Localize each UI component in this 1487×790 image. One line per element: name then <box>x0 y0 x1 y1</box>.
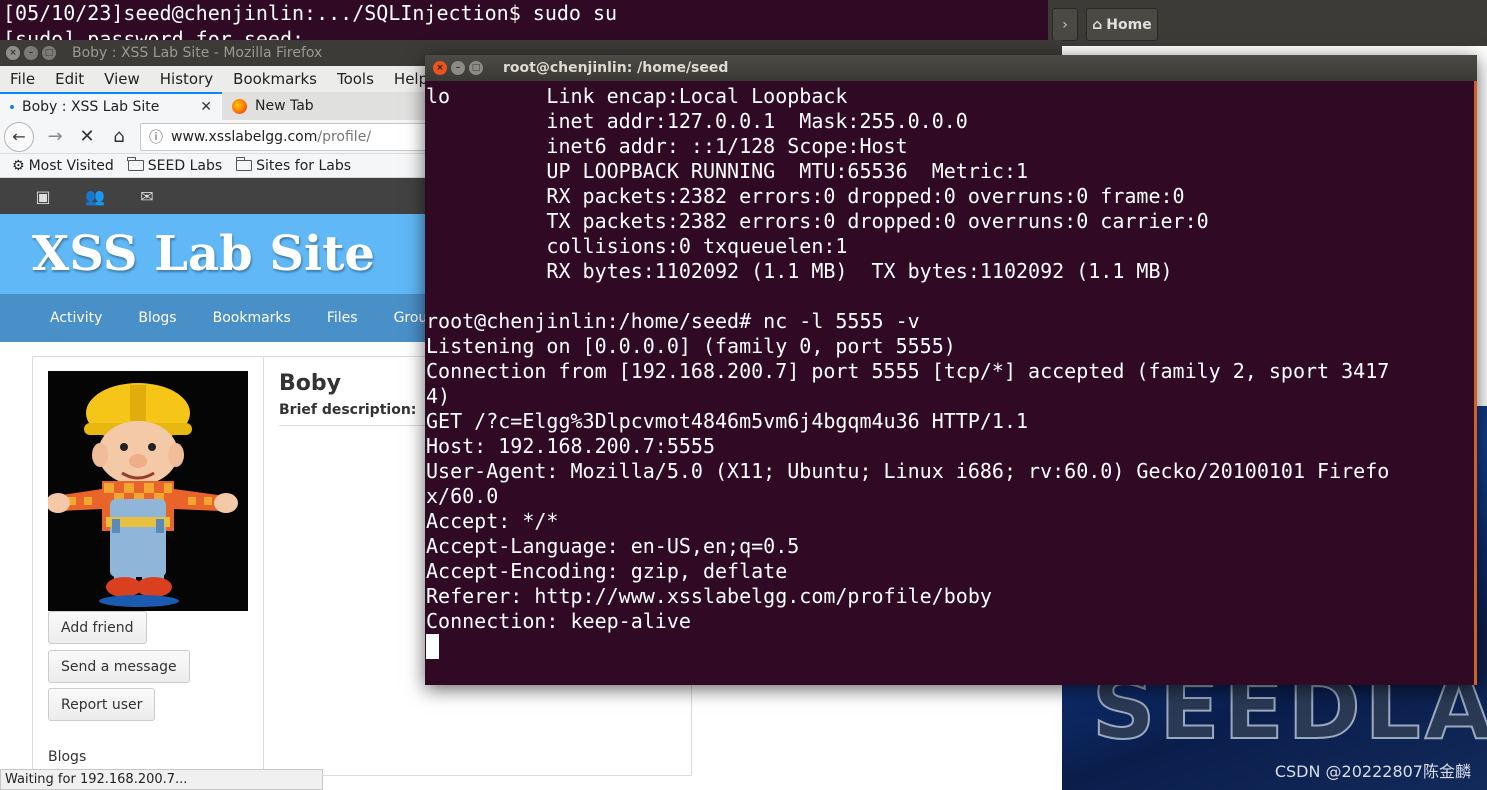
menu-tools[interactable]: Tools <box>337 70 374 88</box>
folder-icon <box>127 157 144 171</box>
back-button[interactable]: ← <box>4 121 34 152</box>
add-friend-button[interactable]: Add friend <box>48 611 147 644</box>
terminal-line: User-Agent: Mozilla/5.0 (X11; Ubuntu; Li… <box>426 459 1390 483</box>
terminal-line: RX bytes:1102092 (1.1 MB) TX bytes:11020… <box>426 259 1173 283</box>
terminal-line: inet addr:127.0.0.1 Mask:255.0.0.0 <box>426 109 968 133</box>
maximize-window-icon[interactable]: □ <box>42 46 56 60</box>
menu-bookmarks[interactable]: Bookmarks <box>233 70 317 88</box>
menu-view[interactable]: View <box>104 70 140 88</box>
bookmark-seed-labs[interactable]: SEED Labs <box>127 157 223 174</box>
avatar[interactable] <box>48 371 248 611</box>
minimize-window-icon[interactable]: – <box>451 61 465 75</box>
menu-help[interactable]: Help <box>394 70 428 88</box>
menu-blogs[interactable]: Blogs <box>138 310 176 326</box>
terminal-line: lo Link encap:Local Loopback <box>426 84 848 108</box>
tab-label: Boby : XSS Lab Site <box>22 99 160 115</box>
bookmark-sites-for-labs[interactable]: Sites for Labs <box>235 157 352 174</box>
terminal-line: Accept-Encoding: gzip, deflate <box>426 559 788 583</box>
gear-icon: ⚙ <box>12 157 25 174</box>
report-user-button[interactable]: Report user <box>48 688 156 721</box>
tab-label: New Tab <box>255 98 314 114</box>
home-icon[interactable]: ⌂ <box>108 126 130 147</box>
window-title: Boby : XSS Lab Site - Mozilla Firefox <box>72 45 323 61</box>
terminal-line: Connection from [192.168.200.7] port 555… <box>426 359 1390 383</box>
status-bar: Waiting for 192.168.200.7... <box>0 769 323 790</box>
terminal-line: root@chenjinlin:/home/seed# nc -l 5555 -… <box>426 309 920 333</box>
bookmark-label: SEED Labs <box>147 157 223 174</box>
divider <box>279 425 429 426</box>
menu-file[interactable]: File <box>10 70 35 88</box>
menu-files[interactable]: Files <box>327 310 358 326</box>
firefox-icon <box>232 98 247 114</box>
send-message-button[interactable]: Send a message <box>48 650 190 683</box>
terminal-line: TX packets:2382 errors:0 dropped:0 overr… <box>426 209 1209 233</box>
bookmark-most-visited[interactable]: ⚙ Most Visited <box>12 158 114 174</box>
folder-icon <box>235 157 253 171</box>
terminal-line: UP LOOPBACK RUNNING MTU:65536 Metric:1 <box>426 159 1029 183</box>
terminal-line: inet6 addr: ::1/128 Scope:Host <box>426 134 908 158</box>
stop-button[interactable]: ✕ <box>76 126 98 147</box>
tab-boby-profile[interactable]: Boby : XSS Lab Site ✕ <box>0 92 222 120</box>
bookmark-label: Sites for Labs <box>256 157 352 174</box>
terminal-line: x/60.0 <box>426 484 499 508</box>
bg-terminal-line: [05/10/23]seed@chenjinlin:.../SQLInjecti… <box>3 1 618 25</box>
menu-activity[interactable]: Activity <box>50 310 102 326</box>
terminal-title: root@chenjinlin: /home/seed <box>503 60 729 76</box>
messages-icon[interactable]: ✉ <box>136 187 158 206</box>
terminal-line: Referer: http://www.xsslabelgg.com/profi… <box>426 584 992 608</box>
terminal-titlebar: × – □ root@chenjinlin: /home/seed <box>425 55 1477 81</box>
home-icon: ⌂ <box>1092 16 1103 33</box>
terminal-line: RX packets:2382 errors:0 dropped:0 overr… <box>426 184 1185 208</box>
menu-edit[interactable]: Edit <box>55 70 84 88</box>
terminal-line: Listening on [0.0.0.0] (family 0, port 5… <box>426 334 956 358</box>
home-label: Home <box>1106 16 1152 33</box>
terminal-output[interactable]: lo Link encap:Local Loopback inet addr:1… <box>426 84 1473 685</box>
watermark: CSDN @20222807陈金麟 <box>1274 762 1471 781</box>
minimize-window-icon[interactable]: – <box>24 46 38 60</box>
brief-description-label: Brief description: <box>279 402 417 418</box>
url-host: www.xsslabelgg.com <box>171 128 318 145</box>
avatar-image <box>48 371 248 611</box>
maximize-window-icon[interactable]: □ <box>469 61 483 75</box>
close-window-icon[interactable]: × <box>433 61 447 75</box>
forward-arrow-button[interactable]: › <box>1052 8 1078 41</box>
profile-name: Boby <box>279 371 341 396</box>
terminal-line: collisions:0 txqueuelen:1 <box>426 234 848 258</box>
loading-dot-icon <box>10 105 14 109</box>
terminal-window[interactable]: × – □ root@chenjinlin: /home/seed lo Lin… <box>425 55 1477 685</box>
cursor-icon <box>426 634 439 659</box>
close-window-icon[interactable]: × <box>6 46 20 60</box>
terminal-line: Accept: */* <box>426 509 559 533</box>
terminal-line <box>426 634 1473 659</box>
close-tab-icon[interactable]: ✕ <box>200 99 212 115</box>
terminal-scrollbar[interactable] <box>1474 81 1477 685</box>
terminal-line: GET /?c=Elgg%3Dlpcvmot4846m5vm6j4bgqm4u3… <box>426 409 1029 433</box>
terminal-line: 4) <box>426 384 451 408</box>
terminal-line: Host: 192.168.200.7:5555 <box>426 434 715 458</box>
elgg-logo-icon[interactable]: ▣ <box>32 187 54 206</box>
menu-bookmarks[interactable]: Bookmarks <box>213 310 291 326</box>
terminal-line: Connection: keep-alive <box>426 609 691 633</box>
tab-new-tab[interactable]: New Tab <box>222 92 324 120</box>
menu-history[interactable]: History <box>160 70 213 88</box>
site-title[interactable]: XSS Lab Site <box>32 226 375 282</box>
terminal-line: Accept-Language: en-US,en;q=0.5 <box>426 534 800 558</box>
bookmark-label: Most Visited <box>28 157 114 174</box>
home-button[interactable]: ⌂ Home <box>1086 8 1158 41</box>
url-path: /profile/ <box>317 128 372 145</box>
info-icon[interactable]: ⓘ <box>149 127 163 147</box>
back-arrow-icon: ← <box>12 127 26 146</box>
profile-sidebar: Add friend Send a message Report user Bl… <box>33 357 264 777</box>
forward-button[interactable]: → <box>44 126 66 147</box>
friends-icon[interactable]: 👥 <box>84 187 106 206</box>
blogs-link[interactable]: Blogs <box>48 749 86 765</box>
